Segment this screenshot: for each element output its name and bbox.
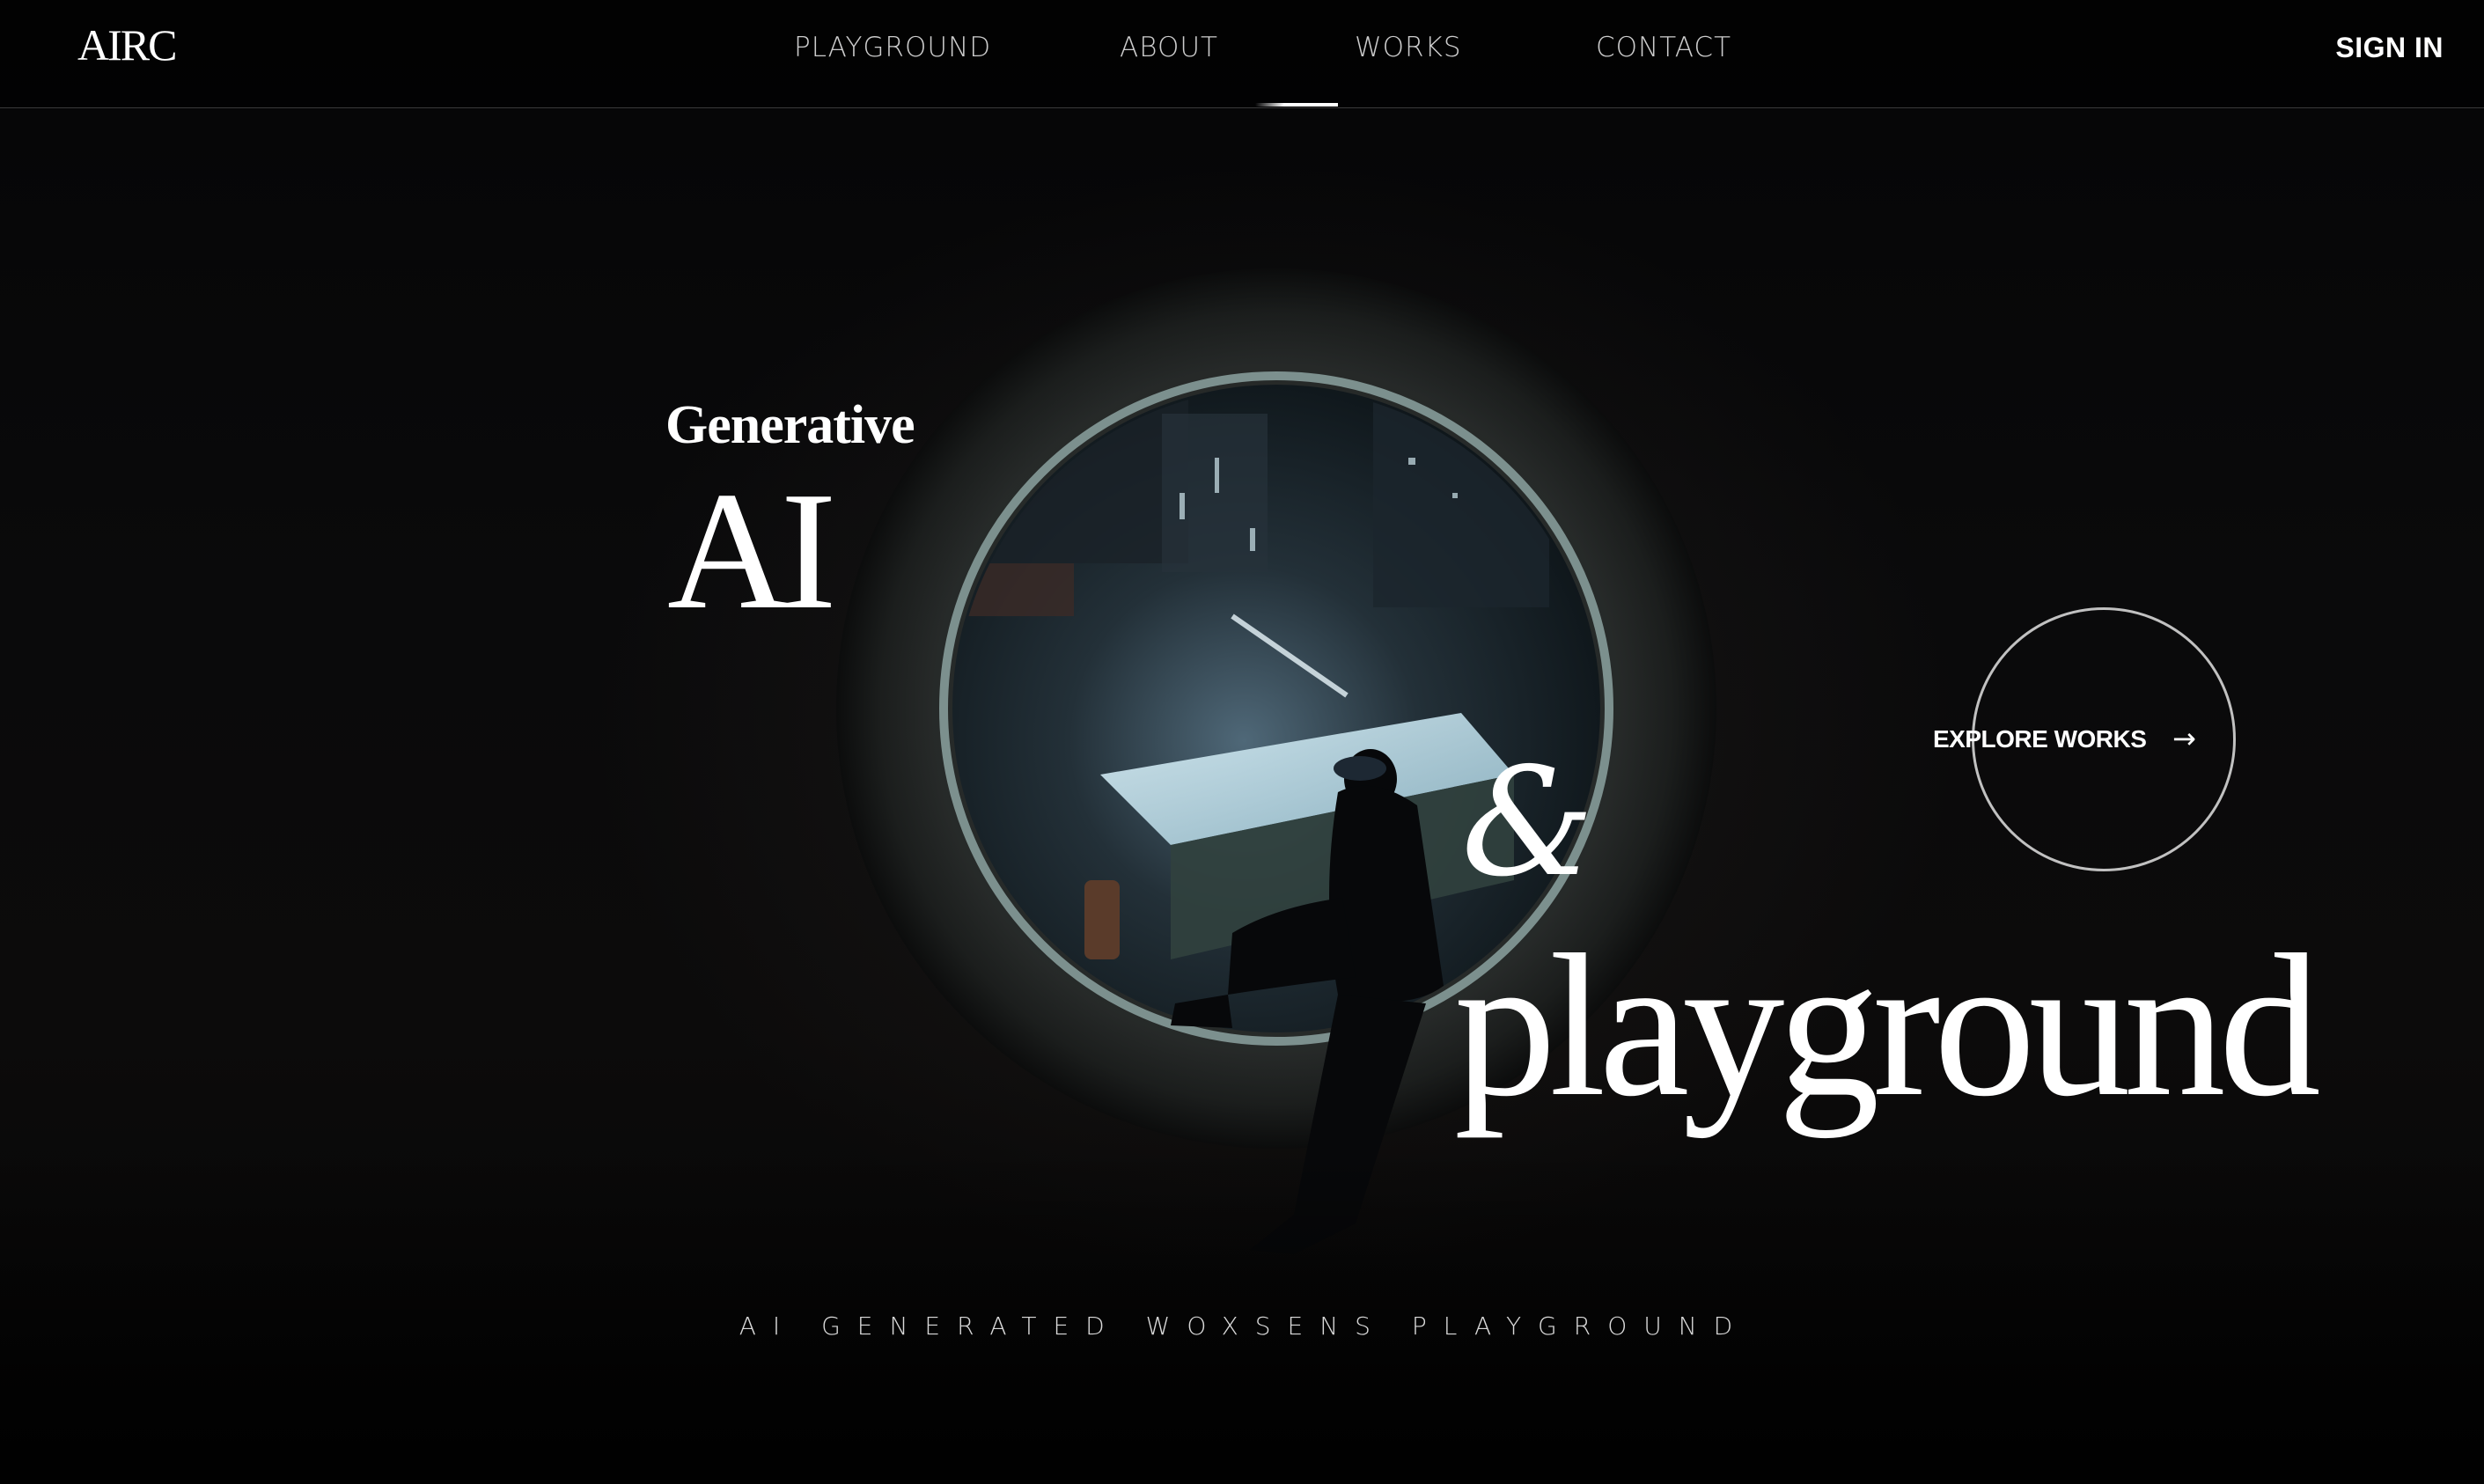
hero-title-ai: AI [667, 457, 837, 644]
nav-link-works[interactable]: WORKS [1355, 32, 1462, 63]
arrow-right-icon[interactable]: → [2172, 722, 2196, 755]
hero-ampersand: & [1461, 736, 1595, 910]
site-logo[interactable]: AIRC [77, 19, 177, 70]
nav-link-about[interactable]: ABOUT [1120, 32, 1218, 63]
hero-title-generative: Generative [665, 395, 915, 455]
explore-works-label[interactable]: EXPLORE WORKS [1933, 725, 2147, 753]
top-navigation-bar: AIRC PLAYGROUND ABOUT WORKS CONTACT SIGN… [0, 0, 2484, 108]
nav-link-contact[interactable]: CONTACT [1596, 32, 1731, 63]
nav-link-playground[interactable]: PLAYGROUND [794, 32, 991, 63]
hero-title-playground: playground [1454, 913, 2321, 1139]
sign-in-button[interactable]: SIGN IN [2335, 32, 2444, 64]
active-nav-indicator [1255, 103, 1338, 107]
hero-tagline: AI GENERATED WOXSENS PLAYGROUND [739, 1311, 1750, 1341]
